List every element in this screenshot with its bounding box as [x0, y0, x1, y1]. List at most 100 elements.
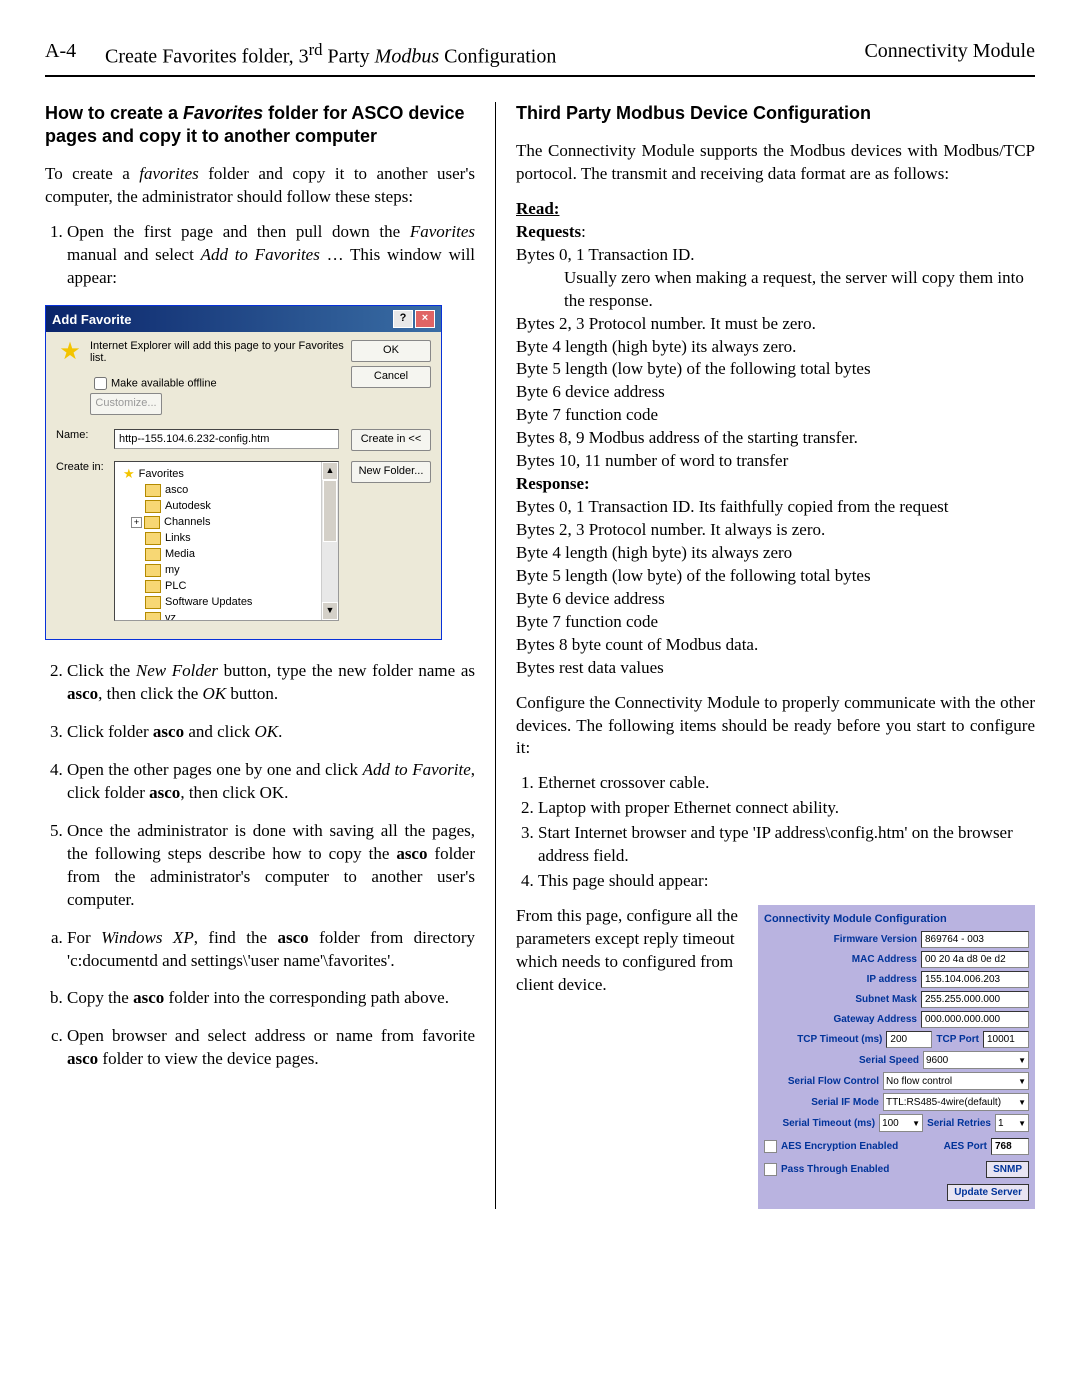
- help-icon[interactable]: ?: [393, 310, 413, 328]
- tree-item[interactable]: Media: [117, 546, 336, 562]
- scroll-up-icon[interactable]: ▲: [322, 462, 338, 480]
- expand-icon[interactable]: +: [131, 517, 142, 528]
- sfc-select[interactable]: No flow control ▼: [883, 1072, 1029, 1090]
- resp-line: Byte 6 device address: [516, 588, 1035, 611]
- tree-item[interactable]: Software Updates: [117, 594, 336, 610]
- chevron-down-icon: ▼: [912, 1119, 920, 1128]
- s3a: Click folder: [67, 722, 153, 741]
- tree-item[interactable]: PLC: [117, 578, 336, 594]
- tree-item[interactable]: Links: [117, 530, 336, 546]
- s4e: Add to Favorite: [363, 760, 471, 779]
- i-em: favorites: [139, 164, 199, 183]
- scroll-thumb[interactable]: [323, 480, 337, 542]
- folder-tree[interactable]: ★Favorites asco Autodesk +Channels Links…: [114, 461, 339, 621]
- dialog-titlebar[interactable]: Add Favorite ? ×: [46, 306, 441, 332]
- update-server-button[interactable]: Update Server: [947, 1184, 1029, 1201]
- tree-item[interactable]: +Channels: [117, 514, 336, 530]
- header-title-end: Configuration: [439, 46, 556, 68]
- new-folder-button[interactable]: New Folder...: [351, 461, 431, 483]
- page-header: A-4 Create Favorites folder, 3rd Party M…: [45, 40, 1035, 77]
- header-title-italic: Modbus: [375, 46, 439, 68]
- chevron-down-icon: ▼: [1018, 1056, 1026, 1065]
- aes-label: AES Encryption Enabled: [781, 1141, 898, 1152]
- pt-label: Pass Through Enabled: [781, 1164, 889, 1175]
- tree-item[interactable]: vz: [117, 610, 336, 621]
- s2b: button, type the new folder name as: [218, 661, 475, 680]
- ss-val: 9600: [926, 1055, 948, 1066]
- name-input[interactable]: http--155.104.6.232-config.htm: [114, 429, 339, 449]
- create-in-button[interactable]: Create in <<: [351, 429, 431, 451]
- req-line: Byte 4 length (high byte) its always zer…: [516, 336, 1035, 359]
- req-line: Bytes 0, 1 Transaction ID.: [516, 244, 1035, 267]
- read-section: Read: Requests: Bytes 0, 1 Transaction I…: [516, 198, 1035, 680]
- right-intro: The Connectivity Module supports the Mod…: [516, 140, 1035, 186]
- tree-item[interactable]: Autodesk: [117, 498, 336, 514]
- s3bold: asco: [153, 722, 184, 741]
- aesport-input[interactable]: 768: [991, 1138, 1029, 1155]
- s2bold: asco: [67, 684, 98, 703]
- fw-input[interactable]: 869764 - 003: [921, 931, 1029, 948]
- ip-input[interactable]: 155.104.006.203: [921, 971, 1029, 988]
- step-5: Once the administrator is done with savi…: [67, 820, 475, 912]
- ok-button[interactable]: OK: [351, 340, 431, 362]
- mac-input[interactable]: 00 20 4a d8 0e d2: [921, 951, 1029, 968]
- cfg-step: Laptop with proper Ethernet connect abil…: [538, 797, 1035, 820]
- sabold: asco: [277, 928, 308, 947]
- sif-select[interactable]: TTL:RS485-4wire(default)▼: [883, 1093, 1029, 1111]
- sfc-label: Serial Flow Control: [764, 1076, 879, 1087]
- cfg-step: Ethernet crossover cable.: [538, 772, 1035, 795]
- s1b: manual and select: [67, 245, 201, 264]
- cancel-button[interactable]: Cancel: [351, 366, 431, 388]
- tport-label: TCP Port: [936, 1034, 979, 1045]
- tto-label: TCP Timeout (ms): [764, 1034, 882, 1045]
- sto-select[interactable]: 100▼: [879, 1114, 923, 1132]
- tto-input[interactable]: 200: [886, 1031, 932, 1048]
- sfc-val: No flow control: [886, 1076, 952, 1087]
- close-icon[interactable]: ×: [415, 310, 435, 328]
- tree-lbl-9: vz: [165, 610, 176, 621]
- dialog-message: Internet Explorer will add this page to …: [90, 340, 345, 419]
- tree-item[interactable]: my: [117, 562, 336, 578]
- cfg-step: This page should appear:: [538, 870, 1035, 893]
- req-line: Bytes 2, 3 Protocol number. It must be z…: [516, 313, 1035, 336]
- tree-root[interactable]: ★Favorites: [117, 466, 336, 482]
- gw-input[interactable]: 000.000.000.000: [921, 1011, 1029, 1028]
- config-panel: Connectivity Module Configuration Firmwa…: [758, 905, 1035, 1209]
- pt-row: Pass Through Enabled SNMP: [764, 1161, 1029, 1178]
- name-label: Name:: [56, 429, 108, 441]
- cfg-step: Start Internet browser and type 'IP addr…: [538, 822, 1035, 868]
- right-column: Third Party Modbus Device Configuration …: [496, 102, 1035, 1209]
- steps-list: Open the first page and then pull down t…: [45, 221, 475, 290]
- s2a: Click the: [67, 661, 136, 680]
- sr-select[interactable]: 1▼: [995, 1114, 1029, 1132]
- header-title-post: Party: [322, 46, 374, 68]
- chevron-down-icon: ▼: [1018, 1098, 1026, 1107]
- req-line: Byte 6 device address: [516, 381, 1035, 404]
- tree-lbl-6: my: [165, 562, 180, 578]
- resp-line: Bytes rest data values: [516, 657, 1035, 680]
- step-2: Click the New Folder button, type the ne…: [67, 660, 475, 706]
- s3c: .: [278, 722, 282, 741]
- customize-button[interactable]: Customize...: [90, 393, 162, 415]
- create-in-label: Create in:: [56, 461, 108, 473]
- resp-line: Bytes 8 byte count of Modbus data.: [516, 634, 1035, 657]
- snmp-button[interactable]: SNMP: [986, 1161, 1029, 1178]
- tree-item[interactable]: asco: [117, 482, 336, 498]
- s2c: , then click the: [98, 684, 202, 703]
- resp-line: Bytes 0, 1 Transaction ID. Its faithfull…: [516, 496, 1035, 519]
- s1a: Open the first page and then pull down t…: [67, 222, 410, 241]
- sm-input[interactable]: 255.255.000.000: [921, 991, 1029, 1008]
- scrollbar[interactable]: ▲ ▼: [321, 462, 338, 620]
- pt-checkbox[interactable]: [764, 1163, 777, 1176]
- scroll-down-icon[interactable]: ▼: [322, 602, 338, 620]
- fw-label: Firmware Version: [764, 934, 917, 945]
- ss-select[interactable]: 9600 ▼: [923, 1051, 1029, 1069]
- substep-b: Copy the asco folder into the correspond…: [67, 987, 475, 1010]
- tree-lbl-5: Media: [165, 546, 195, 562]
- chevron-down-icon: ▼: [1018, 1077, 1026, 1086]
- folder-icon: [145, 532, 161, 545]
- offline-label: Make available offline: [111, 378, 217, 390]
- tport-input[interactable]: 10001: [983, 1031, 1029, 1048]
- aes-checkbox[interactable]: [764, 1140, 777, 1153]
- offline-checkbox[interactable]: [94, 377, 107, 390]
